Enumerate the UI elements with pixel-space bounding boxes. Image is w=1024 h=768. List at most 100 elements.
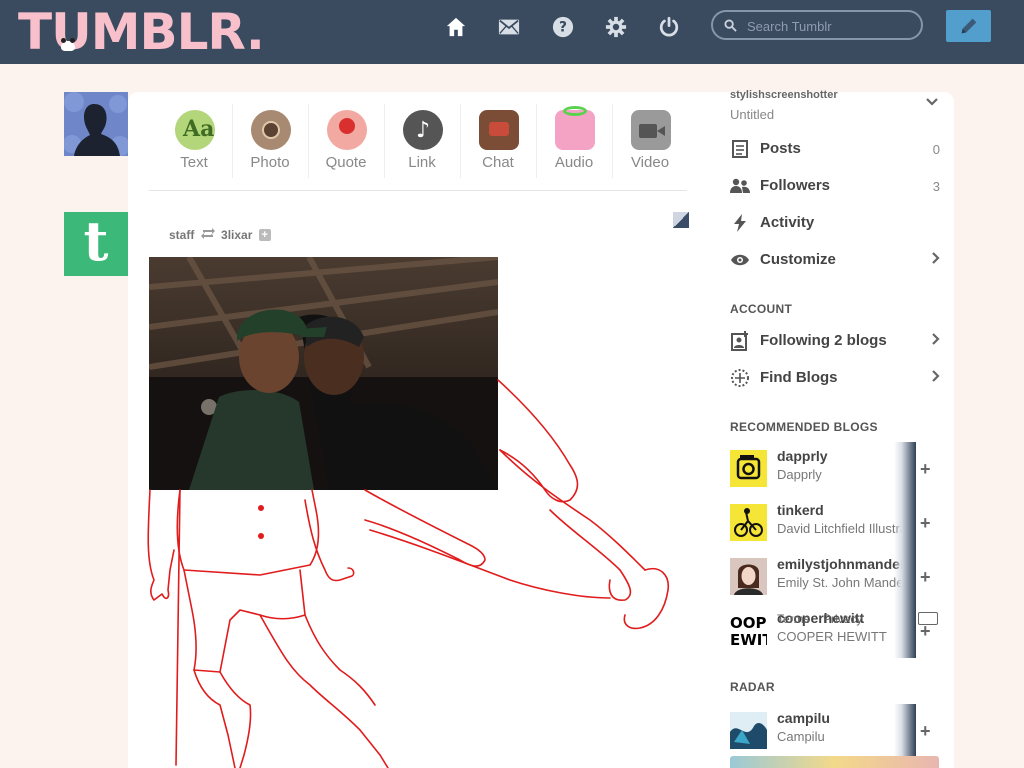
- followers-count: 3: [932, 179, 940, 194]
- post-header: staff 3lixar +: [169, 227, 271, 242]
- blog-name: campilu: [777, 710, 830, 726]
- post-type-bar: Aa Text Photo Quote ♪ Link Chat Audio Vi…: [157, 104, 687, 180]
- keyboard-icon[interactable]: [918, 612, 938, 625]
- post-type-text[interactable]: Aa Text: [157, 104, 231, 178]
- chevron-right-icon: [932, 370, 940, 382]
- terms-link[interactable]: Terms: [777, 612, 810, 626]
- post-photo[interactable]: [149, 257, 498, 490]
- text-post-icon: Aa: [175, 110, 215, 150]
- posts-count: 0: [932, 142, 940, 157]
- video-post-icon: [631, 110, 671, 150]
- post-author-link[interactable]: staff: [169, 228, 194, 242]
- sidebar-item-label: Posts: [760, 140, 801, 157]
- sidebar-item-label: Find Blogs: [760, 369, 838, 386]
- user-avatar[interactable]: [64, 92, 128, 156]
- sidebar-item-label: Following 2 blogs: [760, 332, 887, 349]
- post-type-label: Audio: [554, 154, 594, 171]
- sidebar-footer-links: Terms Privacy: [777, 612, 872, 626]
- blog-title: Emily St. John Mandel: [777, 575, 907, 590]
- svg-text:EWIT: EWIT: [730, 631, 767, 649]
- sidebar-item-posts[interactable]: Posts 0: [730, 136, 940, 164]
- blog-title: Untitled: [730, 107, 775, 122]
- chevron-down-icon[interactable]: [926, 98, 938, 106]
- reblog-source-link[interactable]: 3lixar: [221, 228, 252, 242]
- fade-overlay: [894, 704, 916, 758]
- logo-text: TUMBLR.: [18, 3, 265, 61]
- staff-blog-avatar[interactable]: t: [64, 212, 128, 276]
- sidebar-item-customize[interactable]: Customize: [730, 247, 940, 275]
- svg-text:?: ?: [559, 20, 567, 36]
- follow-plus-button[interactable]: +: [920, 460, 931, 478]
- post-type-photo[interactable]: Photo: [233, 104, 307, 178]
- recommended-blogs-heading: RECOMMENDED BLOGS: [730, 420, 878, 434]
- top-navigation-bar: TUMBLR. ?: [0, 0, 1024, 64]
- post-corner-fold[interactable]: [673, 212, 689, 228]
- recommended-blog-item[interactable]: emilystjohnmandel Emily St. John Mandel …: [730, 550, 940, 604]
- blog-name: emilystjohnmandel: [777, 556, 904, 572]
- pencil-icon: [961, 18, 976, 34]
- panda-face-icon: [61, 38, 75, 51]
- tumblr-logo[interactable]: TUMBLR.: [18, 3, 265, 61]
- post-type-chat[interactable]: Chat: [461, 104, 535, 178]
- post-type-audio[interactable]: Audio: [537, 104, 611, 178]
- blog-avatar: [730, 450, 767, 487]
- search-box[interactable]: [711, 10, 923, 40]
- find-blogs-icon: [730, 368, 750, 388]
- post-type-quote[interactable]: Quote: [309, 104, 383, 178]
- follow-plus-button[interactable]: +: [920, 514, 931, 532]
- help-icon[interactable]: ?: [550, 14, 576, 40]
- eye-icon: [730, 250, 750, 270]
- blog-title: Dapprly: [777, 467, 822, 482]
- blog-title: COOPER HEWITT: [777, 629, 887, 644]
- followers-icon: [730, 176, 750, 196]
- post-type-label: Text: [180, 154, 208, 171]
- activity-icon: [730, 213, 750, 233]
- post-type-link[interactable]: ♪ Link: [385, 104, 459, 178]
- reblog-icon: [200, 227, 215, 242]
- home-icon[interactable]: [443, 14, 469, 40]
- search-icon: [724, 19, 737, 32]
- sidebar-item-label: Activity: [760, 214, 815, 231]
- photo-post-icon: [251, 110, 291, 150]
- blog-avatar: [730, 558, 767, 595]
- fade-overlay: [894, 442, 916, 496]
- privacy-link[interactable]: Privacy: [823, 612, 862, 626]
- fade-overlay: [894, 550, 916, 604]
- svg-text:OOPE: OOPE: [730, 614, 767, 632]
- sidebar-item-activity[interactable]: Activity: [730, 210, 940, 238]
- following-icon: [730, 331, 750, 351]
- sidebar-item-label: Customize: [760, 251, 836, 268]
- radar-post-preview[interactable]: [730, 756, 939, 768]
- follow-plus-button[interactable]: +: [920, 722, 931, 740]
- radar-blog-item[interactable]: campilu Campilu +: [730, 704, 940, 758]
- account-heading: ACCOUNT: [730, 302, 793, 316]
- fade-overlay: [894, 604, 916, 658]
- blog-title: David Litchfield Illustrat: [777, 521, 911, 536]
- chevron-right-icon: [932, 333, 940, 345]
- blog-title: Campilu: [777, 729, 825, 744]
- settings-icon[interactable]: [603, 14, 629, 40]
- post-type-label: Chat: [482, 154, 514, 171]
- chat-post-icon: [479, 110, 519, 150]
- sidebar-item-label: Followers: [760, 177, 831, 194]
- radar-heading: RADAR: [730, 680, 775, 694]
- follow-plus-button[interactable]: +: [920, 568, 931, 586]
- search-input[interactable]: [745, 16, 919, 36]
- post-type-video[interactable]: Video: [613, 104, 687, 178]
- blog-avatar: OOPEEWIT: [730, 612, 767, 649]
- logout-icon[interactable]: [656, 14, 682, 40]
- sidebar-item-following[interactable]: Following 2 blogs: [730, 328, 940, 356]
- post-type-label: Link: [408, 154, 436, 171]
- compose-button[interactable]: [946, 10, 991, 42]
- recommended-blog-item[interactable]: tinkerd David Litchfield Illustrat +: [730, 496, 940, 550]
- blog-avatar: [730, 504, 767, 541]
- follow-plus-icon[interactable]: +: [258, 228, 271, 241]
- sidebar-item-followers[interactable]: Followers 3: [730, 173, 940, 201]
- recommended-blog-item[interactable]: dapprly Dapprly +: [730, 442, 940, 496]
- account-name[interactable]: stylishscreenshotter: [730, 89, 838, 101]
- post-type-label: Quote: [325, 154, 367, 171]
- audio-post-icon: [555, 106, 595, 150]
- blog-avatar: [730, 712, 767, 749]
- sidebar-item-find-blogs[interactable]: Find Blogs: [730, 365, 940, 393]
- inbox-icon[interactable]: [496, 14, 522, 40]
